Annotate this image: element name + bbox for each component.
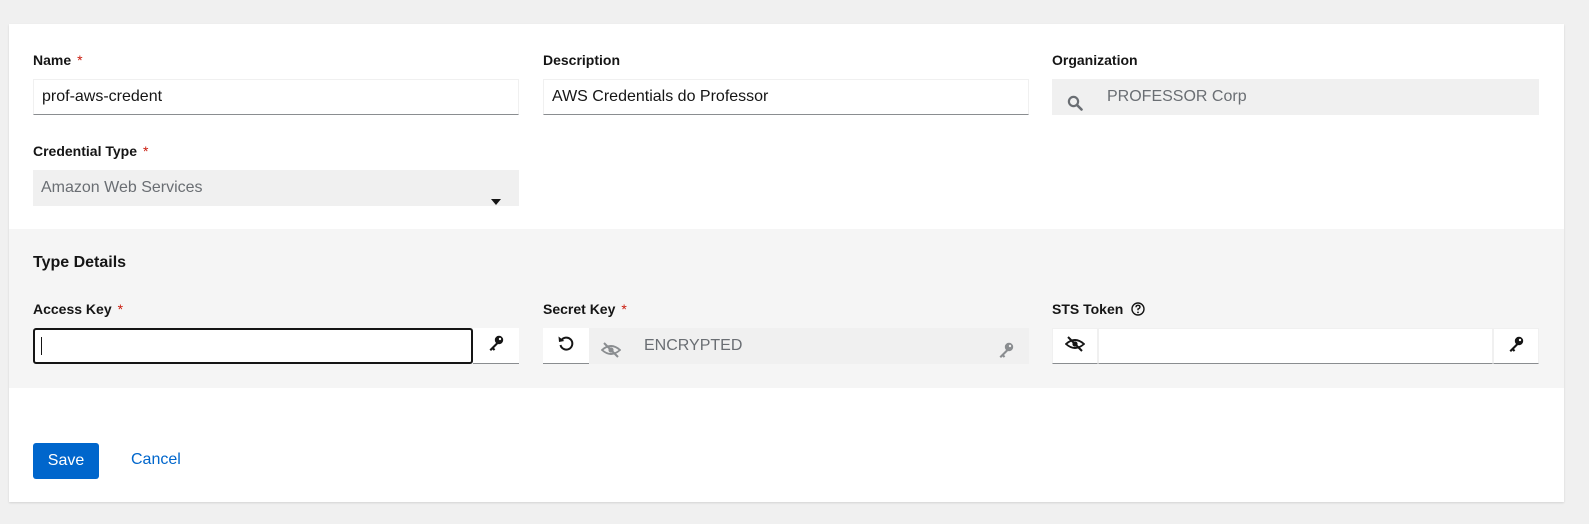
access-key-field-label: Access Key * xyxy=(33,300,123,318)
access-key-prompt-button[interactable] xyxy=(473,328,519,364)
description-label: Description xyxy=(543,52,621,68)
text-cursor xyxy=(41,337,42,355)
secret-key-revert-button[interactable] xyxy=(543,328,589,364)
sts-token-prompt-button[interactable] xyxy=(1493,328,1539,364)
caret-down-icon xyxy=(491,184,501,205)
secret-key-input: ENCRYPTED xyxy=(589,328,1029,364)
eye-slash-icon xyxy=(1064,335,1086,358)
organization-label: Organization xyxy=(1052,52,1138,68)
sts-token-input[interactable] xyxy=(1098,328,1493,364)
name-label: Name xyxy=(33,52,72,68)
credential-type-value: Amazon Web Services xyxy=(41,179,203,196)
access-key-input[interactable] xyxy=(33,328,473,364)
eye-slash-icon xyxy=(600,337,622,373)
type-details-title: Type Details xyxy=(33,254,127,271)
credential-form-card: Name * prof-aws-credent Description AWS … xyxy=(9,24,1564,502)
save-button[interactable]: Save xyxy=(33,443,99,479)
sts-token-field-label: STS Token xyxy=(1052,300,1146,318)
name-field-label: Name * xyxy=(33,51,83,69)
secret-key-field-label: Secret Key * xyxy=(543,300,627,318)
credential-type-label: Credential Type xyxy=(33,143,137,159)
type-details-section xyxy=(9,229,1564,388)
sts-token-toggle-visibility-button[interactable] xyxy=(1052,328,1098,364)
credential-type-select: Amazon Web Services xyxy=(33,170,519,206)
secret-key-label: Secret Key xyxy=(543,301,616,317)
required-mark: * xyxy=(143,143,149,159)
cancel-button[interactable]: Cancel xyxy=(131,451,181,469)
organization-value: PROFESSOR Corp xyxy=(1107,88,1247,105)
secret-key-value: ENCRYPTED xyxy=(644,337,743,354)
description-input[interactable]: AWS Credentials do Professor xyxy=(543,79,1029,115)
undo-icon xyxy=(557,334,575,357)
organization-field-label: Organization xyxy=(1052,51,1138,69)
description-field-label: Description xyxy=(543,51,620,69)
access-key-label: Access Key xyxy=(33,301,112,317)
key-icon xyxy=(1507,335,1525,358)
key-icon xyxy=(997,337,1015,373)
name-input[interactable]: prof-aws-credent xyxy=(33,79,519,115)
required-mark: * xyxy=(117,301,124,317)
question-circle-icon[interactable] xyxy=(1131,302,1146,316)
sts-token-label: STS Token xyxy=(1052,301,1124,317)
organization-lookup: PROFESSOR Corp xyxy=(1052,79,1539,115)
required-mark: * xyxy=(77,52,83,68)
required-mark: * xyxy=(621,301,627,317)
credential-type-field-label: Credential Type * xyxy=(33,142,148,160)
key-icon xyxy=(487,334,505,357)
search-icon xyxy=(1067,89,1083,111)
